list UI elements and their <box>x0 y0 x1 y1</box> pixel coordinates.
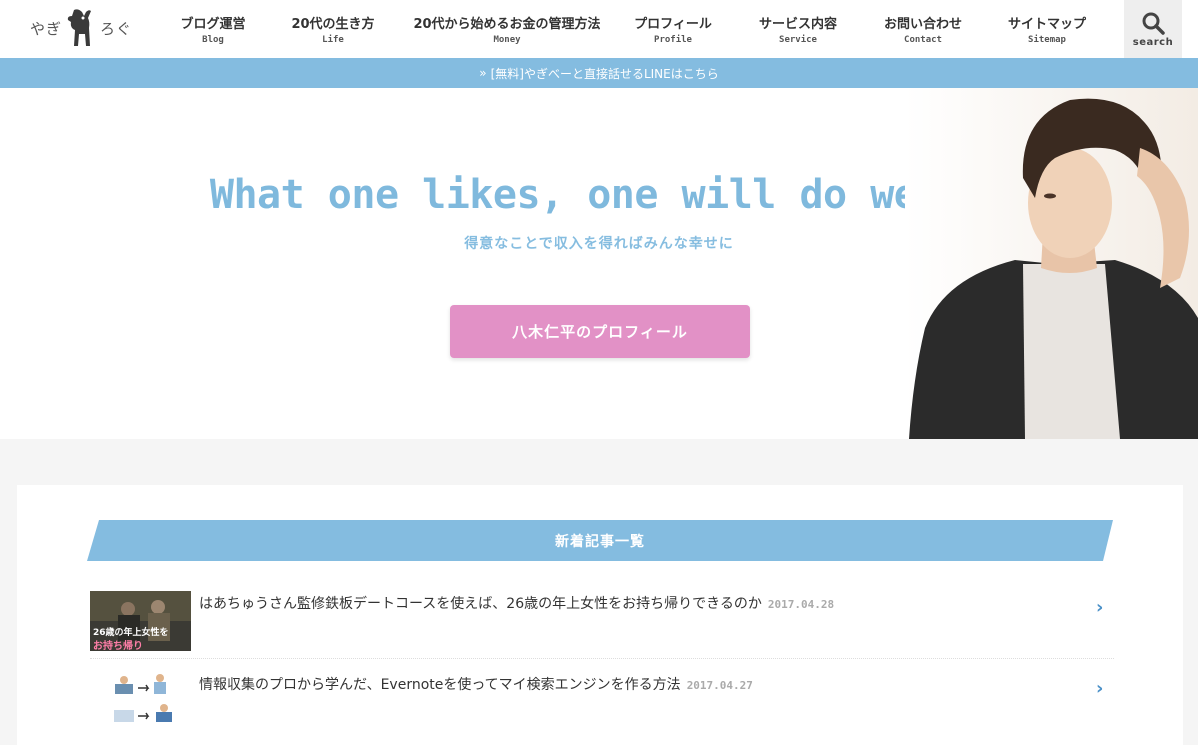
nav-item-sublabel: Profile <box>654 35 692 45</box>
search-icon <box>1142 12 1165 35</box>
chevron-right-icon: › <box>1096 678 1104 699</box>
double-chevron-icon: » <box>479 66 487 80</box>
search-label: search <box>1132 36 1174 48</box>
nav-item-sublabel: Sitemap <box>1028 35 1066 45</box>
search-button[interactable]: search <box>1124 0 1182 58</box>
nav-item-sublabel: Blog <box>202 35 224 45</box>
article-title-text: はあちゅうさん監修鉄板デートコースを使えば、26歳の年上女性をお持ち帰りできるの… <box>199 596 762 612</box>
nav-item-sublabel: Service <box>779 35 817 45</box>
line-notice-text: [無料]やぎべーと直接話せるLINEはこちら <box>490 66 719 81</box>
article-thumbnail: 26歳の年上女性を お持ち帰り <box>90 591 191 651</box>
line-notice-bar[interactable]: » [無料]やぎべーと直接話せるLINEはこちら <box>0 58 1198 88</box>
hero-portrait-image <box>905 88 1198 439</box>
nav-item-sublabel: Life <box>322 35 344 45</box>
nav-item-service[interactable]: サービス内容 Service <box>732 0 864 58</box>
nav-item-blog[interactable]: ブログ運営 Blog <box>160 0 266 58</box>
article-title-text: 情報収集のプロから学んだ、Evernoteを使ってマイ検索エンジンを作る方法 <box>199 677 681 693</box>
nav-item-label: 20代の生き方 <box>291 17 375 32</box>
profile-button[interactable]: 八木仁平のプロフィール <box>450 305 750 358</box>
nav-item-label: プロフィール <box>634 17 712 32</box>
nav-item-sitemap[interactable]: サイトマップ Sitemap <box>982 0 1112 58</box>
hero-section: What one likes, one will do well. 得意なことで… <box>0 88 1198 439</box>
nav-item-sublabel: Contact <box>904 35 942 45</box>
article-title: 情報収集のプロから学んだ、Evernoteを使ってマイ検索エンジンを作る方法 20… <box>199 674 753 694</box>
nav-item-label: ブログ運営 <box>180 17 246 32</box>
nav-item-life[interactable]: 20代の生き方 Life <box>266 0 400 58</box>
site-header: やぎ ろぐ ブログ運営 Blog 20代の生き方 Life 20代から始めるお金の管理方… <box>0 0 1198 58</box>
nav-item-label: サイトマップ <box>1007 17 1086 32</box>
nav-item-label: お問い合わせ <box>883 17 962 32</box>
chevron-right-icon: › <box>1096 597 1104 618</box>
logo-text-left: やぎ <box>30 19 63 38</box>
goat-logo-icon <box>67 9 92 47</box>
new-articles-title: 新着記事一覧 <box>555 533 645 550</box>
article-divider <box>90 658 1114 659</box>
nav-item-money[interactable]: 20代から始めるお金の管理方法 Money <box>400 0 614 58</box>
new-articles-heading: 新着記事一覧 <box>87 520 1113 561</box>
nav-item-label: サービス内容 <box>758 17 837 32</box>
article-thumbnail <box>90 672 191 732</box>
article-date: 2017.04.28 <box>767 598 835 611</box>
article-title: はあちゅうさん監修鉄板デートコースを使えば、26歳の年上女性をお持ち帰りできるの… <box>199 593 834 613</box>
site-logo[interactable]: やぎ ろぐ <box>30 6 140 50</box>
article-item[interactable]: 26歳の年上女性を お持ち帰り はあちゅうさん監修鉄板デートコースを使えば、26… <box>90 591 1114 661</box>
logo-text-right: ろぐ <box>100 19 133 38</box>
nav-item-label: 20代から始めるお金の管理方法 <box>413 17 601 32</box>
thumbnail-caption-2: お持ち帰り <box>93 641 143 651</box>
global-nav: ブログ運営 Blog 20代の生き方 Life 20代から始めるお金の管理方法 Money… <box>160 0 1112 58</box>
article-date: 2017.04.27 <box>686 679 753 692</box>
nav-item-contact[interactable]: お問い合わせ Contact <box>864 0 982 58</box>
nav-item-profile[interactable]: プロフィール Profile <box>614 0 732 58</box>
nav-item-sublabel: Money <box>493 35 521 45</box>
